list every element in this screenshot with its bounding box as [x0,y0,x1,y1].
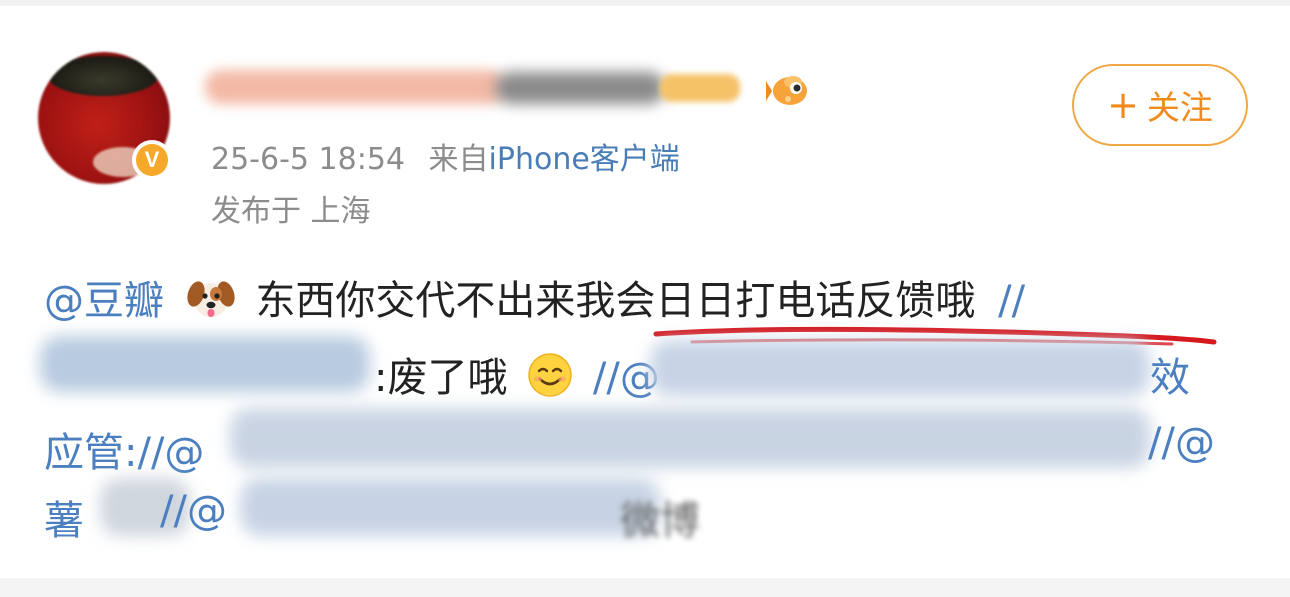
mention-text-4[interactable]: 薯 [44,498,84,544]
comment-text-1: 东西你交代不出来我会日日打电话反馈哦 [255,278,976,324]
content-line-3: 应管://@ [44,420,204,478]
username-blurred[interactable] [205,64,745,110]
plus-icon: + [1107,83,1139,127]
follow-button[interactable]: + 关注 [1072,64,1248,146]
blurred-weibo-tail: 微博 [620,498,700,544]
follow-label: 关注 [1146,88,1213,127]
source-prefix: 来自 [428,142,489,177]
bottom-divider [0,578,1290,597]
mention-tail-2[interactable]: 效 [1150,345,1190,403]
comment-text-2: :废了哦 [374,355,508,401]
post-meta: 25-6-5 18:54 来自iPhone客户端 [211,134,680,178]
blurred-mention-4b [240,478,660,536]
content-line-4: 薯 [44,488,84,546]
content-line-2: :废了哦 //@ [44,345,660,403]
post-location: 发布于 上海 [211,194,371,229]
top-divider [0,0,1290,6]
source-app-link[interactable]: iPhone客户端 [489,142,680,177]
smiling-face-emoji-icon [528,353,572,397]
mention-douban[interactable]: @豆瓣 [44,278,164,324]
mention-text-3[interactable]: 应管 [44,430,124,476]
repost-separator-3b: //@ [1148,420,1215,466]
blurred-mention-2b [650,340,1150,396]
dog-face-emoji-icon [187,281,235,317]
verified-badge-letter: V [136,144,168,176]
post-timestamp: 25-6-5 18:54 [211,142,405,177]
repost-separator-1: // [998,278,1026,324]
repost-separator-4: //@ [160,488,227,534]
content-line-1: @豆瓣 东西你交代不出来我会日日打电话反馈哦 // [44,268,1025,326]
repost-separator-3: ://@ [124,430,205,476]
verified-badge-icon: V [132,140,172,180]
repost-separator-2: // [592,355,620,401]
fish-badge-icon [766,76,807,105]
blurred-mention-3 [230,408,1150,468]
avatar-hat-shape [48,56,158,96]
